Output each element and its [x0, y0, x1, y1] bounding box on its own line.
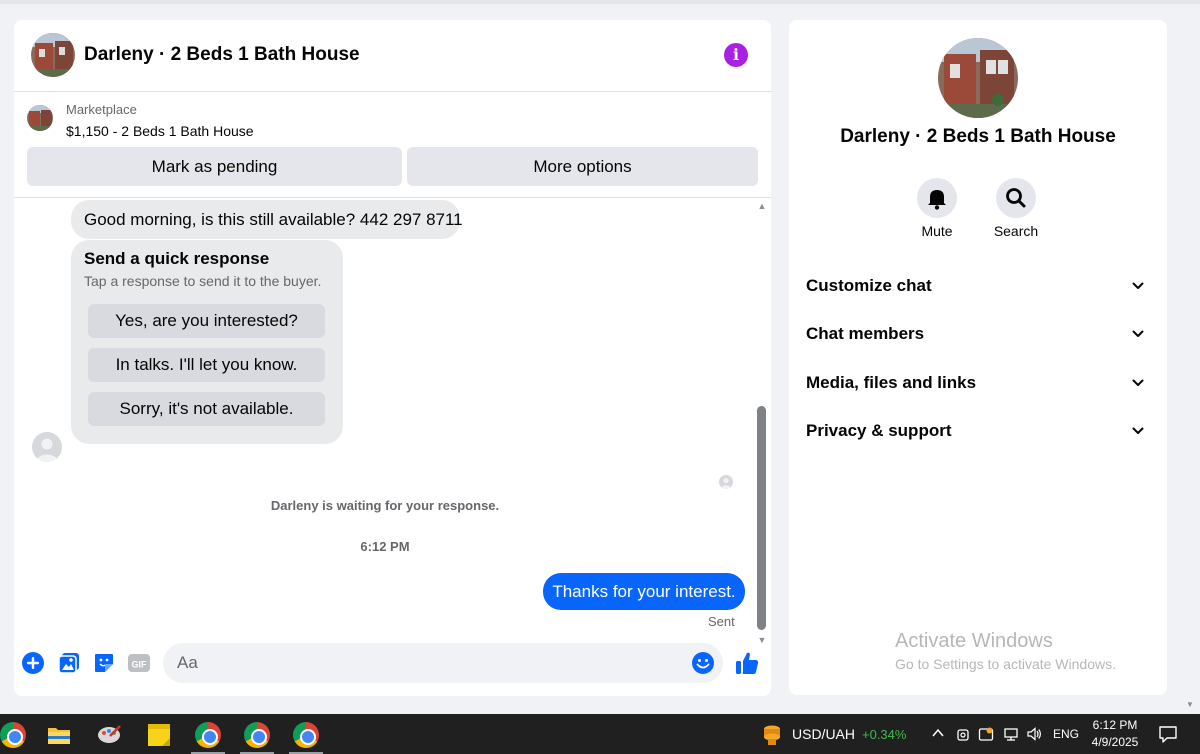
quick-response-subtitle: Tap a response to send it to the buyer.: [84, 273, 322, 289]
bell-icon[interactable]: [917, 178, 957, 218]
file-explorer-icon[interactable]: [46, 722, 72, 748]
currency-change[interactable]: +0.34%: [862, 727, 906, 742]
accordion-label: Privacy & support: [806, 421, 952, 440]
system-clock[interactable]: 6:12 PM 4/9/2025: [1090, 717, 1140, 751]
clock-time: 6:12 PM: [1092, 718, 1138, 732]
outgoing-message[interactable]: Thanks for your interest.: [543, 573, 745, 610]
chevron-down-icon: [1132, 427, 1144, 434]
accordion-customize-chat[interactable]: Customize chat: [806, 266, 1150, 306]
chevron-down-icon: [1132, 379, 1144, 386]
accordion-media-files-links[interactable]: Media, files and links: [806, 363, 1150, 403]
network-icon[interactable]: [1003, 726, 1019, 742]
sender-avatar[interactable]: [32, 432, 62, 462]
mute-label: Mute: [921, 223, 953, 239]
windows-taskbar: USD/UAH +0.34% ENG 6:12 PM 4/9/2025: [0, 714, 1200, 754]
more-options-button[interactable]: More options: [407, 147, 758, 186]
paint-app-icon[interactable]: [96, 722, 122, 748]
accordion-privacy-support[interactable]: Privacy & support: [806, 411, 1150, 451]
currency-pair[interactable]: USD/UAH: [792, 726, 855, 742]
watermark-subtitle: Go to Settings to activate Windows.: [895, 656, 1116, 672]
photo-icon[interactable]: [57, 651, 81, 675]
mark-as-pending-button[interactable]: Mark as pending: [27, 147, 402, 186]
chevron-down-icon: [1132, 282, 1144, 289]
watermark-title: Activate Windows: [895, 630, 1053, 652]
plus-icon[interactable]: [21, 651, 45, 675]
volume-icon[interactable]: [1026, 726, 1042, 742]
gif-icon[interactable]: GIF: [127, 651, 151, 675]
message-thread[interactable]: Good morning, is this still available? 4…: [14, 199, 771, 645]
chat-header: Darleny · 2 Beds 1 Bath House i: [14, 20, 771, 92]
show-hidden-icons-chevron-icon[interactable]: [931, 726, 945, 740]
sticker-icon[interactable]: [92, 651, 116, 675]
update-alert-icon[interactable]: [978, 726, 994, 742]
emoji-icon[interactable]: [691, 651, 715, 675]
gif-label: GIF: [132, 660, 148, 670]
quick-response-option[interactable]: In talks. I'll let you know.: [88, 348, 325, 382]
profile-title: Darleny · 2 Beds 1 Bath House: [840, 126, 1116, 147]
accordion-label: Customize chat: [806, 276, 932, 295]
activate-windows-watermark: Activate Windows Go to Settings to activ…: [895, 630, 1116, 672]
waiting-notice: Darleny is waiting for your response.: [270, 498, 500, 513]
conversation-avatar[interactable]: [31, 33, 75, 77]
search-icon[interactable]: [996, 178, 1036, 218]
marketplace-label: Marketplace: [66, 102, 137, 117]
search-action[interactable]: Search: [986, 178, 1046, 239]
top-divider: [0, 0, 1200, 4]
scroll-up-arrow[interactable]: ▲: [756, 199, 768, 213]
coins-icon[interactable]: [762, 723, 782, 745]
seen-receipt-avatar: [719, 475, 733, 489]
page-scroll-down-arrow[interactable]: ▼: [1186, 700, 1196, 710]
message-input[interactable]: [163, 643, 723, 683]
sticky-notes-icon[interactable]: [146, 722, 172, 748]
accordion-label: Media, files and links: [806, 373, 977, 392]
conversation-info-panel: Darleny · 2 Beds 1 Bath House Mute Searc…: [789, 20, 1167, 695]
marketplace-banner: Marketplace $1,150 - 2 Beds 1 Bath House…: [14, 92, 771, 198]
listing-price-title[interactable]: $1,150 - 2 Beds 1 Bath House: [66, 123, 254, 139]
quick-response-title: Send a quick response: [84, 249, 270, 268]
chrome-icon[interactable]: [195, 722, 221, 748]
chat-panel: Darleny · 2 Beds 1 Bath House i Marketpl…: [14, 20, 771, 696]
input-language-indicator[interactable]: ENG: [1053, 727, 1079, 741]
clock-date: 4/9/2025: [1091, 735, 1139, 749]
like-icon[interactable]: [734, 650, 760, 676]
scrollbar-thumb[interactable]: [757, 406, 766, 630]
profile-avatar[interactable]: [938, 38, 1018, 118]
chrome-profile-icon[interactable]: [244, 722, 270, 748]
message-composer: GIF: [14, 641, 771, 686]
info-icon[interactable]: i: [724, 43, 748, 67]
quick-response-option[interactable]: Sorry, it's not available.: [88, 392, 325, 426]
camera-icon[interactable]: [955, 726, 971, 742]
quick-response-option[interactable]: Yes, are you interested?: [88, 304, 325, 338]
conversation-title[interactable]: Darleny · 2 Beds 1 Bath House: [84, 44, 360, 66]
accordion-chat-members[interactable]: Chat members: [806, 314, 1150, 354]
sent-status: Sent: [708, 614, 735, 629]
message-timestamp: 6:12 PM: [360, 539, 410, 554]
search-label: Search: [993, 223, 1039, 239]
quick-response-card: Send a quick response Tap a response to …: [71, 240, 343, 444]
chrome-icon[interactable]: [0, 722, 26, 748]
incoming-message[interactable]: Good morning, is this still available? 4…: [71, 200, 463, 239]
mute-action[interactable]: Mute: [907, 178, 967, 239]
listing-thumbnail[interactable]: [27, 105, 53, 131]
chevron-down-icon: [1132, 330, 1144, 337]
accordion-label: Chat members: [806, 324, 925, 343]
notification-center-icon[interactable]: [1158, 724, 1178, 744]
chrome-profile-icon[interactable]: [293, 722, 319, 748]
